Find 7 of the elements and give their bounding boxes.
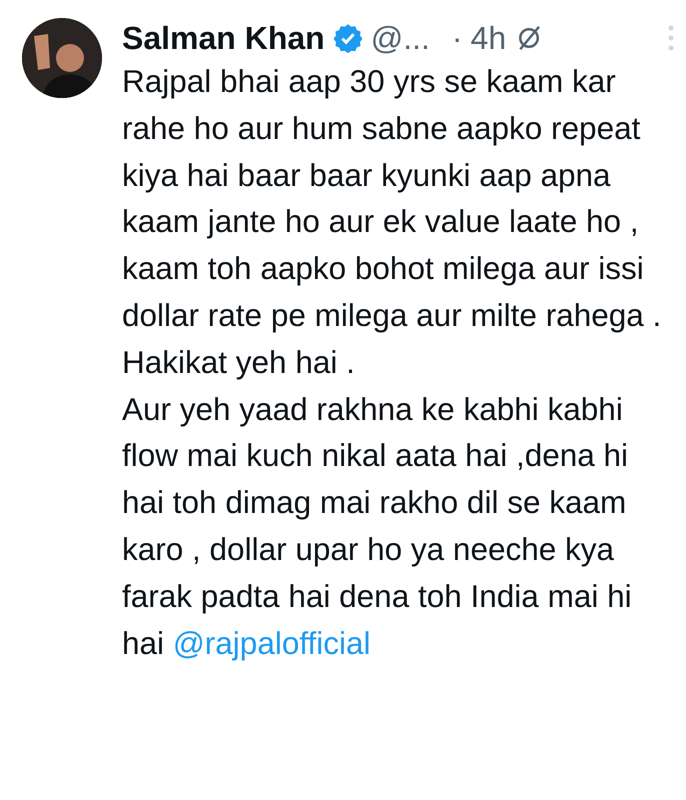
author-name[interactable]: Salman Khan bbox=[122, 20, 325, 56]
author-handle[interactable]: @... bbox=[370, 20, 430, 56]
tweet-text: Aur yeh yaad rakhna ke kabhi kabhi flow mai kuch nikal aata hai ,dena hi hai toh dimag mai rakho dil se kaam karo , dollar upar ho ya neeche kya farak padta hai dena toh India mai hi hai @rajpalofficial bbox=[122, 390, 633, 663]
timestamp[interactable]: 4h bbox=[470, 20, 506, 56]
more-icon[interactable] bbox=[668, 25, 674, 51]
separator-dot: · bbox=[452, 20, 463, 56]
tweet-text: Rajpal bhai aap 30 yrs se kaam kar rahe ho aur hum sabne aapko repeat kiya hai baar baar kyunki aap apna kaam jante ho aur ek value laate ho , kaam toh aapko bohot milega aur issi dollar rate pe milega aur milte rahega . Hakikat yeh hai . bbox=[122, 62, 662, 382]
